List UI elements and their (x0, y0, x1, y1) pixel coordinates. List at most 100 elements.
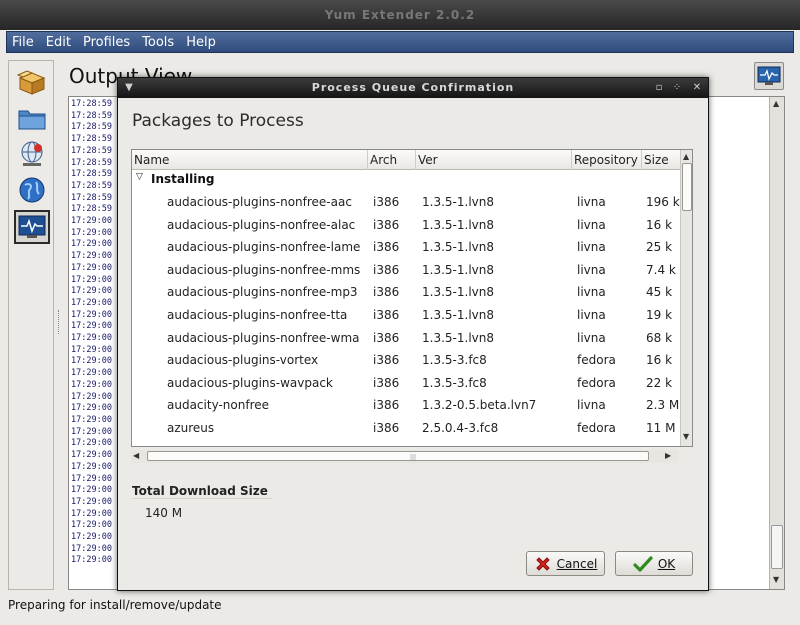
cell-repo: fedora (577, 421, 616, 435)
dialog-titlebar: Process Queue Confirmation (118, 78, 708, 98)
cell-ver: 2.5.0.4-3.fc8 (422, 421, 499, 435)
table-row[interactable]: audacious-plugins-nonfree-lame i386 1.3.5-… (132, 237, 680, 260)
sidebar-repositories-button[interactable] (14, 137, 50, 171)
cancel-button[interactable]: Cancel (526, 551, 605, 576)
cell-ver: 1.3.5-1.lvn8 (422, 240, 494, 255)
minimize-icon[interactable]: ▫ (652, 80, 666, 96)
table-row[interactable]: audacious-plugins-vortex i386 1.3.5-3.fc8 f… (132, 350, 680, 373)
output-scrollbar[interactable]: ▲ ▼ (769, 97, 784, 589)
table-vertical-scrollbar[interactable]: ▲ ▼ (680, 150, 692, 446)
cell-arch: i386 (373, 262, 400, 277)
table-row[interactable]: audacious-plugins-nonfree-alac i386 1.3.5-… (132, 215, 680, 238)
cell-size: 7.4 k (646, 262, 676, 277)
scroll-up-icon[interactable]: ▲ (683, 152, 689, 161)
table-row[interactable]: audacious-plugins-wavpack i386 1.3.5-3.fc8… (132, 373, 680, 396)
menu-file[interactable]: File (11, 35, 35, 50)
log-line: 17:28:59 (71, 169, 112, 180)
cell-size: 25 k (646, 240, 673, 255)
log-line: 17:28:59 (71, 204, 112, 215)
maximize-icon[interactable]: ⁘ (670, 80, 684, 96)
cell-arch: i386 (373, 285, 400, 300)
column-header-size[interactable]: Size (642, 150, 680, 170)
sidebar (8, 60, 54, 590)
cell-name: audacious-plugins-nonfree-tta (167, 308, 348, 322)
sidebar-resize-handle[interactable] (58, 310, 61, 334)
group-row[interactable]: ▽ Installing (132, 170, 680, 190)
globe-icon (19, 177, 45, 203)
log-lines: 17:28:59 17:28:59 17:28:59 17:28:59 17:28:59… (71, 99, 112, 567)
cell-arch: i386 (373, 195, 400, 209)
log-line: 17:29:00 (71, 379, 112, 390)
cell-arch: i386 (373, 217, 400, 232)
cell-ver: 1.3.2-0.5.beta.lvn7 (422, 398, 537, 413)
table-row[interactable]: audacious-plugins-nonfree-mms i386 1.3.5-1… (132, 260, 680, 283)
download-size-label: Total Download Size (132, 484, 268, 498)
cell-name: audacity-nonfree (167, 398, 269, 413)
table-row[interactable]: audacious-plugins-nonfree-aac i386 1.3.5-1… (132, 192, 680, 215)
cancel-label: Cancel (556, 556, 598, 571)
red-x-icon (534, 555, 552, 573)
cell-repo: livna (577, 240, 606, 255)
package-table[interactable]: Name Arch Ver Repository Size ▽ Installi… (131, 149, 693, 447)
scroll-right-icon[interactable]: ▶ (665, 451, 671, 460)
expander-down-icon[interactable]: ▽ (136, 172, 143, 182)
scroll-left-icon[interactable]: ◀ (133, 451, 139, 460)
folder-icon (18, 110, 46, 130)
table-vertical-thumb[interactable] (682, 163, 692, 211)
cell-name: audacious-plugins-nonfree-mms (167, 262, 361, 277)
table-horizontal-thumb[interactable]: ||| (147, 451, 649, 461)
cell-size: 22 k (646, 375, 673, 390)
table-row[interactable]: audacious-plugins-nonfree-wma i386 1.3.5-1… (132, 328, 680, 351)
sidebar-output-button[interactable] (14, 210, 50, 244)
monitor-icon (757, 66, 781, 85)
scroll-down-icon[interactable]: ▼ (683, 432, 689, 441)
cell-arch: i386 (373, 308, 400, 322)
green-check-icon (633, 555, 653, 573)
sidebar-online-button[interactable] (14, 173, 50, 207)
cell-repo: fedora (577, 353, 616, 368)
table-row[interactable]: audacious-plugins-nonfree-tta i386 1.3.5-1… (132, 305, 680, 328)
sidebar-packages-button[interactable] (14, 65, 50, 99)
table-row[interactable]: audacious-plugins-nonfree-mp3 i386 1.3.5-1… (132, 282, 680, 305)
column-header-ver[interactable]: Ver (416, 150, 572, 170)
log-line: 17:29:00 (71, 344, 112, 355)
log-line: 17:29:00 (71, 333, 112, 344)
dialog-heading: Packages to Process (132, 111, 304, 131)
cell-arch: i386 (373, 398, 400, 413)
menu-profiles[interactable]: Profiles (82, 35, 131, 50)
output-scroll-thumb[interactable] (771, 525, 783, 569)
close-icon[interactable]: ✕ (690, 80, 704, 96)
cell-name: audacious-plugins-nonfree-wma (167, 330, 360, 345)
divider (132, 498, 272, 499)
monitor-toggle-button[interactable] (754, 62, 784, 90)
process-queue-dialog: Process Queue Confirmation ▼ ▫ ⁘ ✕ Packa… (117, 77, 709, 591)
column-header-name[interactable]: Name (132, 150, 368, 170)
table-row[interactable]: azureus i386 2.5.0.4-3.fc8 fedora 11 M (132, 418, 680, 441)
log-line: 17:28:59 (71, 99, 112, 109)
ok-label: OK (657, 556, 676, 571)
ok-button[interactable]: OK (615, 551, 693, 576)
cell-ver: 1.3.5-1.lvn8 (422, 217, 494, 232)
cell-size: 16 k (646, 353, 673, 368)
menu-tools[interactable]: Tools (141, 35, 175, 50)
cell-repo: livna (577, 195, 606, 209)
cell-repo: livna (577, 217, 606, 232)
column-header-arch[interactable]: Arch (368, 150, 416, 170)
cell-ver: 1.3.5-1.lvn8 (422, 308, 494, 322)
table-horizontal-scrollbar[interactable]: ◀ ||| ▶ (131, 450, 678, 463)
cell-size: 11 M (646, 421, 676, 435)
cell-size: 16 k (646, 217, 673, 232)
table-row[interactable]: audacity-nonfree i386 1.3.2-0.5.beta.lvn7 l… (132, 395, 680, 418)
cell-arch: i386 (373, 353, 400, 368)
log-line: 17:29:00 (71, 438, 112, 449)
menu-help[interactable]: Help (185, 35, 217, 50)
scroll-up-icon[interactable]: ▲ (773, 99, 779, 108)
sidebar-groups-button[interactable] (14, 101, 50, 135)
log-line: 17:29:00 (71, 309, 112, 320)
log-line: 17:29:00 (71, 555, 112, 566)
log-line: 17:29:00 (71, 450, 112, 461)
column-header-repository[interactable]: Repository (572, 150, 642, 170)
menu-edit[interactable]: Edit (45, 35, 72, 50)
window-menu-icon[interactable]: ▼ (122, 80, 136, 96)
scroll-down-icon[interactable]: ▼ (773, 575, 779, 584)
